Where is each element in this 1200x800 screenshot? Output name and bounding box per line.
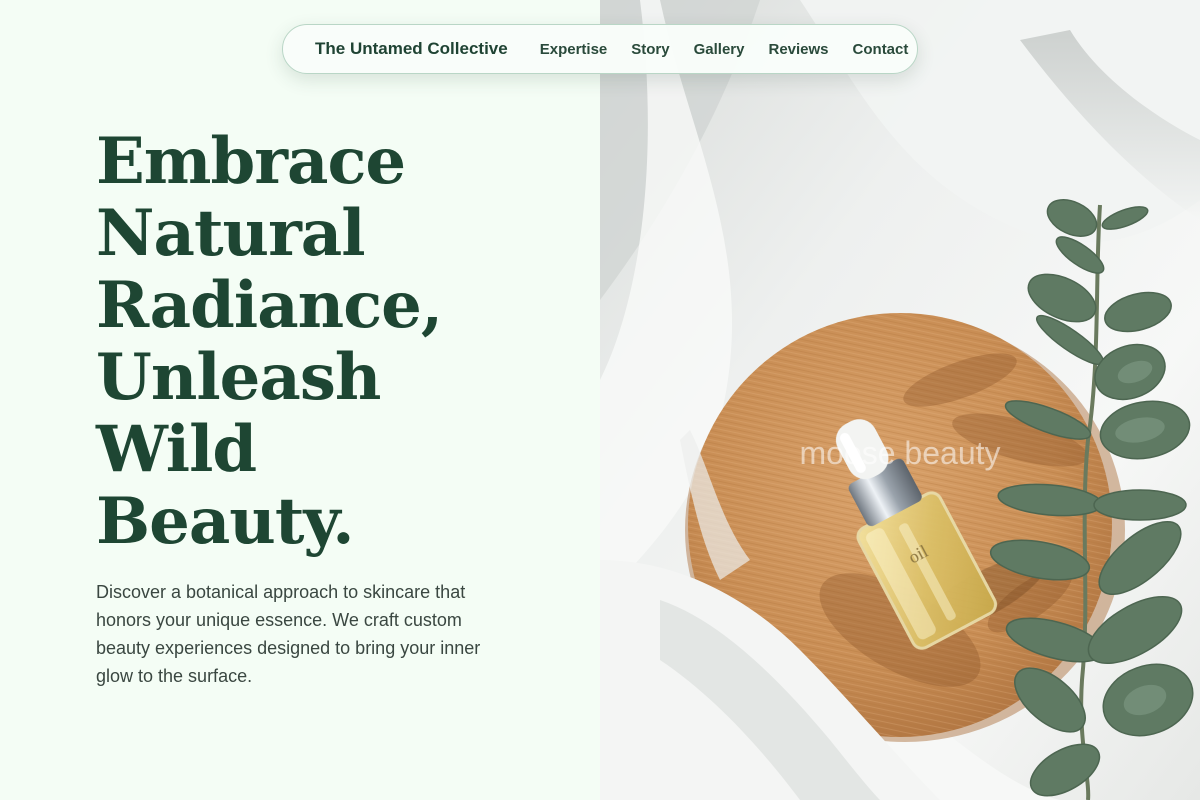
hero-text-panel: Embrace Natural Radiance, Unleash Wild B… (0, 0, 600, 800)
top-navigation: The Untamed Collective Expertise Story G… (282, 24, 918, 74)
hero-description: Discover a botanical approach to skincar… (96, 582, 481, 686)
hero-image: oil moose beauty (600, 0, 1200, 800)
product-photo: oil moose beauty (600, 0, 1200, 800)
hero-title-line: Unleash (96, 340, 381, 415)
page: The Untamed Collective Expertise Story G… (0, 0, 1200, 800)
nav-link-reviews[interactable]: Reviews (768, 41, 828, 58)
brand-logo-text[interactable]: The Untamed Collective (315, 39, 508, 59)
hero-title-line: Natural (96, 196, 366, 271)
nav-link-expertise[interactable]: Expertise (540, 41, 608, 58)
watermark-text: moose beauty (799, 435, 1000, 471)
hero-title-line: Wild (96, 412, 257, 487)
hero-title-line: Embrace (96, 124, 406, 199)
hero-title-line: Beauty. (96, 484, 355, 559)
nav-link-story[interactable]: Story (631, 41, 669, 58)
nav-link-contact[interactable]: Contact (853, 41, 909, 58)
hero-title-line: Radiance, (96, 268, 443, 343)
hero-title: Embrace Natural Radiance, Unleash Wild B… (96, 124, 443, 559)
nav-link-gallery[interactable]: Gallery (694, 41, 745, 58)
nav-links: Expertise Story Gallery Reviews Contact (540, 41, 909, 58)
